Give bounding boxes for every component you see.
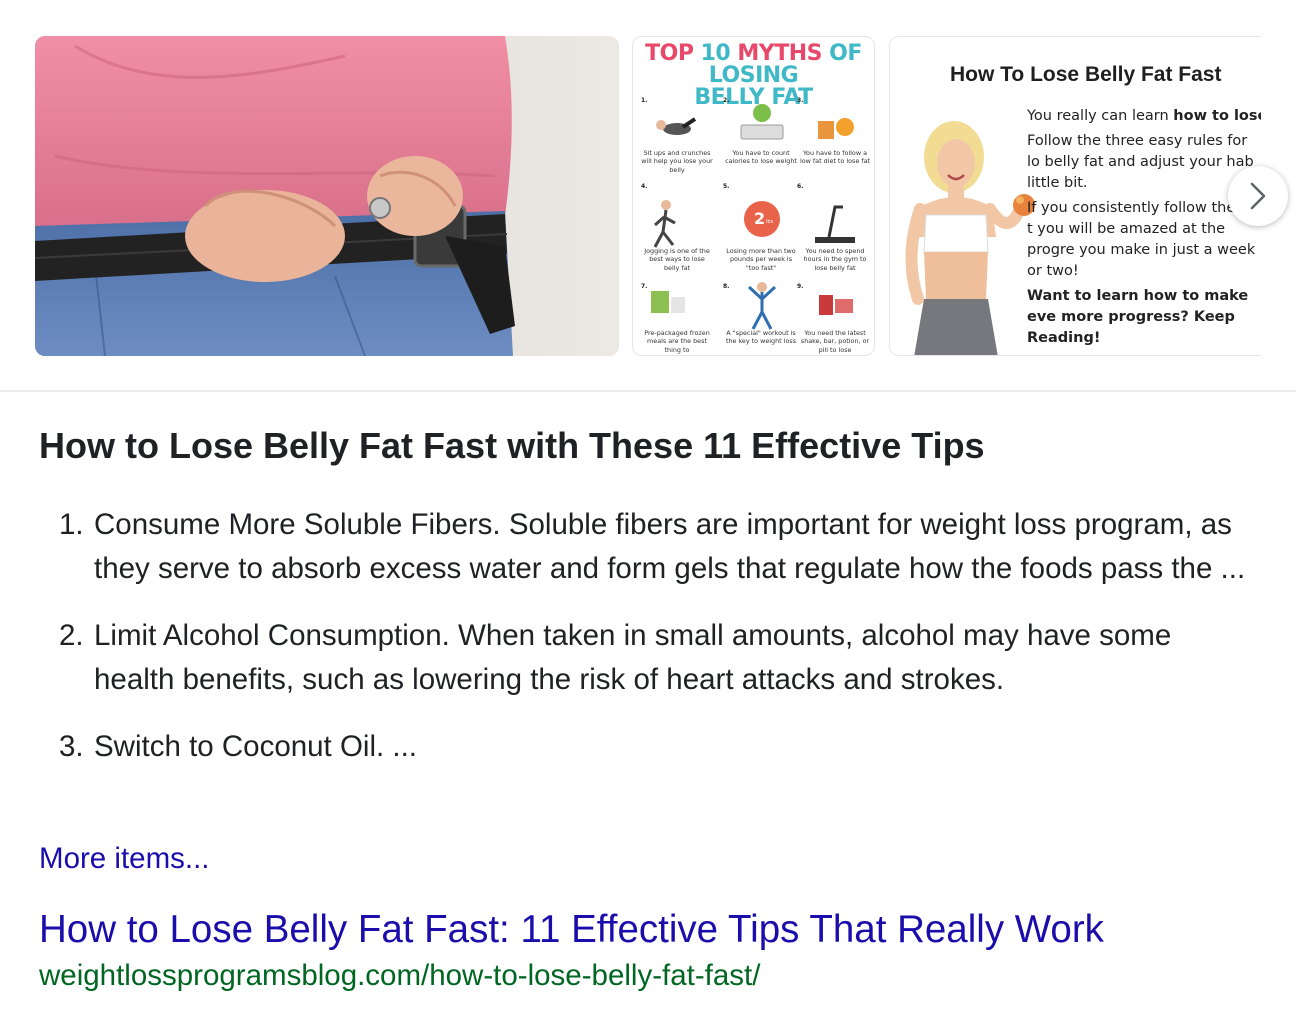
myth-caption: Jogging is one of the best ways to lose … [644,247,710,272]
body-paragraph-3: If you consistently follow these t you w… [1027,200,1256,279]
myth-number: 5. [723,183,730,190]
more-items-link[interactable]: More items... [39,838,209,880]
myth-caption: You need to spend hours in the gym to lo… [803,247,867,272]
myth-number: 4. [641,183,648,190]
myth-number: 1. [641,97,648,104]
body-paragraph-1: You really can learn how to lose belly f… [1027,106,1261,127]
list-item-number: 3. [59,730,84,763]
myth-caption: You have to follow a low fat diet to los… [799,149,871,166]
myth-number: 3. [797,97,804,104]
body-paragraph-4: Want to learn how to make eve more progr… [1027,288,1249,346]
myth-number: 7. [641,283,648,290]
carousel-next-button[interactable] [1228,166,1288,226]
featured-snippet-card: TOP 10 MYTHS OF LOSING BELLY FAT 1. 2. 3… [0,0,1296,1026]
list-item: 2. Limit Alcohol Consumption. When taken… [38,614,1258,701]
jogging-icon [653,200,676,248]
result-url: weightlossprogramsblog.com/how-to-lose-b… [39,959,761,992]
list-item: 3. Switch to Coconut Oil. ... [38,725,1258,769]
myth-caption: Sit ups and crunches will help you lose … [641,149,713,174]
snippet-title: How to Lose Belly Fat Fast with These 11… [39,425,985,466]
myth-caption: Losing more than two pounds per week is … [726,247,796,272]
food-icon [818,118,854,139]
infographic-icons [651,104,855,330]
myth-caption: A "special" workout is the key to weight… [725,329,797,346]
myth-caption: You have to count calories to lose weigh… [725,149,797,166]
myth-caption: You need the latest shake, bar, potion, … [800,329,870,354]
workout-icon [747,282,777,330]
carousel-image-lose-belly-fat-fast[interactable]: How To Lose Belly Fat Fast You really ca… [889,36,1261,356]
treadmill-icon [815,205,855,243]
myth-number: 9. [797,283,804,290]
snippet-steps-list: 1. Consume More Soluble Fibers. Soluble … [38,503,1258,793]
scale-icon [740,104,784,140]
list-item-number: 2. [59,619,84,652]
result-title-link[interactable]: How to Lose Belly Fat Fast: 11 Effective… [39,906,1104,954]
infographic-body: You really can learn how to lose belly f… [1027,106,1261,353]
list-item-text: Switch to Coconut Oil. ... [94,730,417,763]
frozen-meal-icon [651,291,685,313]
two-lbs-badge-unit: lbs [766,219,774,225]
belly-photo-illustration [35,36,619,356]
body-paragraph-2: Follow the three easy rules for lo belly… [1027,133,1254,191]
shake-icon [819,295,853,315]
myth-number: 8. [723,283,730,290]
myth-number: 2. [723,97,730,104]
body-text: You really can learn [1027,108,1174,124]
list-item: 1. Consume More Soluble Fibers. Soluble … [38,503,1258,590]
infographic-heading: How To Lose Belly Fat Fast [950,63,1222,86]
list-item-text: Limit Alcohol Consumption. When taken in… [94,619,1172,696]
list-item-text: Consume More Soluble Fibers. Soluble fib… [94,508,1246,585]
situps-icon [656,117,697,135]
list-item-number: 1. [59,508,84,541]
carousel-image-belly-photo[interactable] [35,36,619,356]
body-bold-text: how to lose belly fat fast [1173,108,1261,124]
myth-number: 6. [797,183,804,190]
two-lbs-badge-number: 2 [754,209,766,228]
carousel-image-myths-infographic[interactable]: TOP 10 MYTHS OF LOSING BELLY FAT 1. 2. 3… [632,36,875,356]
image-carousel: TOP 10 MYTHS OF LOSING BELLY FAT 1. 2. 3… [0,0,1296,392]
myth-caption: Pre-packaged frozen meals are the best t… [644,329,710,354]
chevron-right-icon [1250,182,1266,210]
